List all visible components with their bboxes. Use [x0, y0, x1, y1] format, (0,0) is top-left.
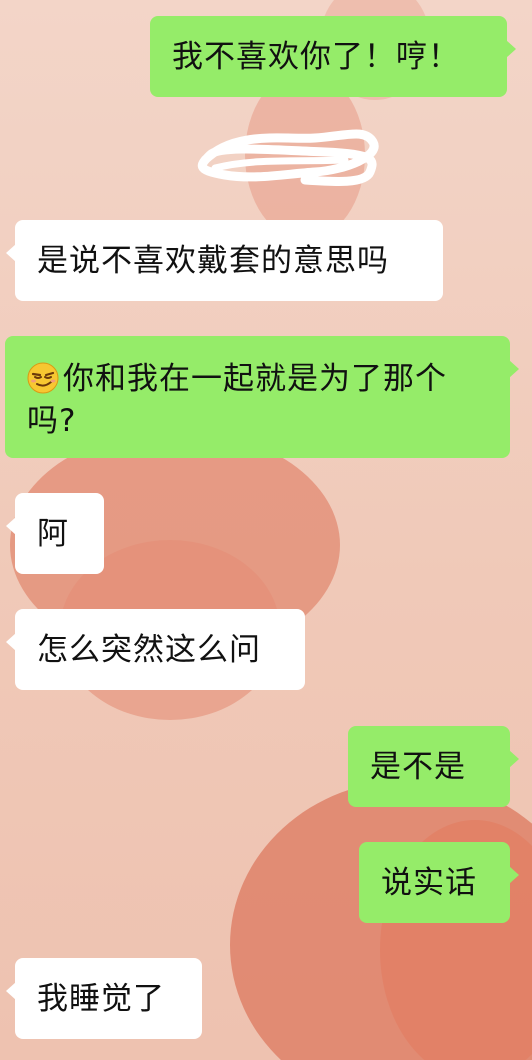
message-text: 说实话	[381, 864, 477, 901]
message-text: 阿	[37, 515, 69, 552]
message-text: 是说不喜欢戴套的意思吗	[37, 242, 389, 279]
smirk-emoji-icon	[27, 362, 59, 394]
chat-message-list: 我不喜欢你了！哼！ 是说不喜欢戴套的意思吗 你和我在一起就是为了那个吗? 阿 怎…	[0, 0, 532, 1060]
message-bubble-incoming[interactable]: 阿	[6, 493, 104, 574]
message-bubble-outgoing[interactable]: 说实话	[359, 842, 519, 923]
message-bubble-outgoing[interactable]: 你和我在一起就是为了那个吗?	[5, 336, 519, 458]
message-bubble-incoming[interactable]: 我睡觉了	[6, 958, 202, 1039]
message-text: 我睡觉了	[37, 980, 165, 1017]
message-text: 怎么突然这么问	[37, 631, 261, 668]
message-text: 是不是	[370, 748, 466, 785]
message-text: 我不喜欢你了！哼！	[172, 38, 460, 75]
message-content: 你和我在一起就是为了那个吗?	[27, 358, 488, 442]
message-bubble-outgoing[interactable]: 我不喜欢你了！哼！	[150, 16, 516, 97]
message-bubble-outgoing[interactable]: 是不是	[348, 726, 519, 807]
message-bubble-incoming[interactable]: 怎么突然这么问	[6, 609, 305, 690]
message-bubble-incoming[interactable]: 是说不喜欢戴套的意思吗	[6, 220, 443, 301]
message-text: 你和我在一起就是为了那个吗?	[27, 361, 447, 439]
